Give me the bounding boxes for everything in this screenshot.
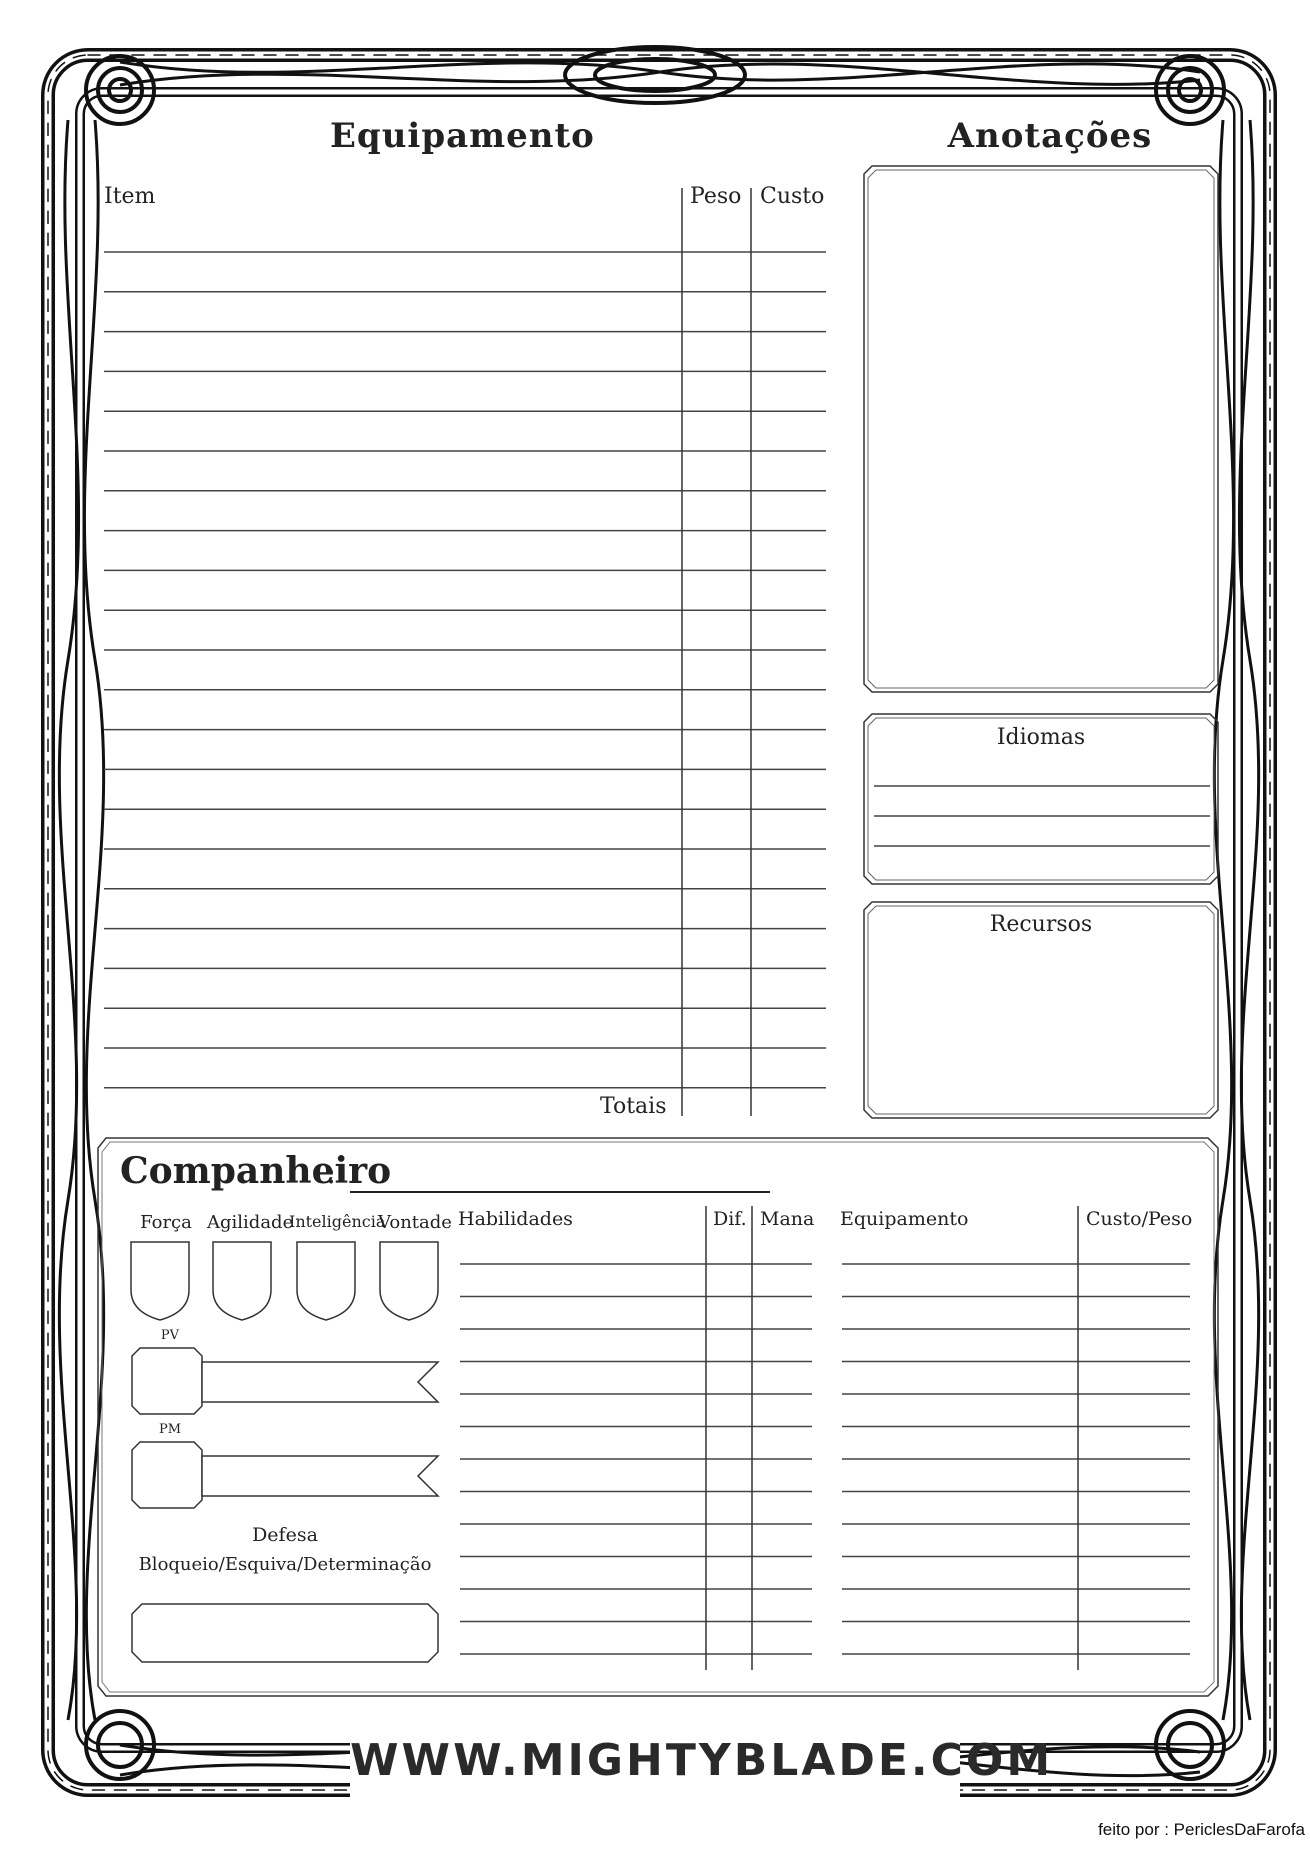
- companion-skills-table: [460, 1206, 1190, 1670]
- gear-col-name: Equipamento: [840, 1208, 969, 1230]
- skills-col-dif: Dif.: [713, 1208, 747, 1230]
- skills-col-mana: Mana: [760, 1208, 815, 1230]
- author-credit: feito por : PericlesDaFarofa: [1098, 1820, 1305, 1839]
- gear-col-cost: Custo/Peso: [1086, 1208, 1193, 1230]
- website-logo: WWW.MIGHTYBLADE.COM: [350, 1735, 1054, 1786]
- skills-col-name: Habilidades: [458, 1208, 573, 1230]
